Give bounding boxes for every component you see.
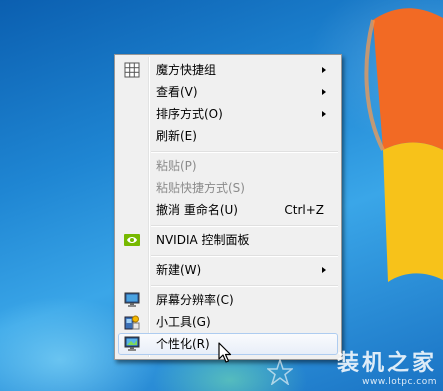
menu-item-label: 查看(V) — [156, 85, 198, 99]
menu-item-shortcut: Ctrl+Z — [284, 203, 324, 217]
grid-icon — [124, 62, 140, 78]
watermark-text: 装机之家 — [336, 351, 437, 376]
menu-separator — [151, 285, 338, 287]
nvidia-icon — [124, 234, 140, 246]
menu-item-label: 粘贴(P) — [156, 159, 197, 173]
menu-item-refresh[interactable]: 刷新(E) — [118, 125, 338, 147]
watermark-star-icon — [267, 359, 293, 385]
menu-item-label: 粘贴快捷方式(S) — [156, 181, 245, 195]
watermark-url: www.lotpc.com — [362, 377, 437, 387]
menu-separator — [151, 151, 338, 153]
menu-separator — [151, 255, 338, 257]
menu-item-label: 小工具(G) — [156, 315, 211, 329]
menu-item-label: 新建(W) — [156, 263, 202, 277]
submenu-arrow-icon — [322, 111, 326, 117]
submenu-arrow-icon — [322, 267, 326, 273]
menu-item-paste-shortcut[interactable]: 粘贴快捷方式(S) — [118, 177, 338, 199]
menu-item-label: 魔方快捷组 — [156, 63, 217, 77]
menu-item-screen-resolution[interactable]: 屏幕分辨率(C) — [118, 289, 338, 311]
menu-item-label: 撤消 重命名(U) — [156, 203, 238, 217]
mouse-pointer-icon — [218, 342, 232, 363]
menu-item-view[interactable]: 查看(V) — [118, 81, 338, 103]
menu-item-sort-by[interactable]: 排序方式(O) — [118, 103, 338, 125]
menu-item-label: NVIDIA 控制面板 — [156, 233, 250, 247]
menu-item-mofang-shortcut-group[interactable]: 魔方快捷组 — [118, 59, 338, 81]
gadgets-icon — [124, 315, 140, 330]
personalize-icon — [124, 336, 140, 351]
menu-item-label: 屏幕分辨率(C) — [156, 293, 234, 307]
submenu-arrow-icon — [322, 89, 326, 95]
menu-item-nvidia-control-panel[interactable]: NVIDIA 控制面板 — [118, 229, 338, 251]
menu-item-label: 排序方式(O) — [156, 107, 223, 121]
menu-item-undo-rename[interactable]: 撤消 重命名(U) Ctrl+Z — [118, 199, 338, 221]
submenu-arrow-icon — [322, 67, 326, 73]
menu-item-paste[interactable]: 粘贴(P) — [118, 155, 338, 177]
menu-item-label: 个性化(R) — [156, 337, 210, 351]
menu-item-label: 刷新(E) — [156, 129, 197, 143]
desktop-context-menu: 魔方快捷组 查看(V) 排序方式(O) 刷新(E) 粘贴(P) 粘贴快捷方式(S… — [114, 54, 342, 360]
windows-logo-wallpaper — [364, 8, 443, 282]
monitor-icon — [124, 292, 140, 307]
site-watermark: 装机之家 www.lotpc.com — [337, 345, 437, 387]
menu-separator — [151, 225, 338, 227]
menu-item-gadgets[interactable]: 小工具(G) — [118, 311, 338, 333]
menu-item-new[interactable]: 新建(W) — [118, 259, 338, 281]
